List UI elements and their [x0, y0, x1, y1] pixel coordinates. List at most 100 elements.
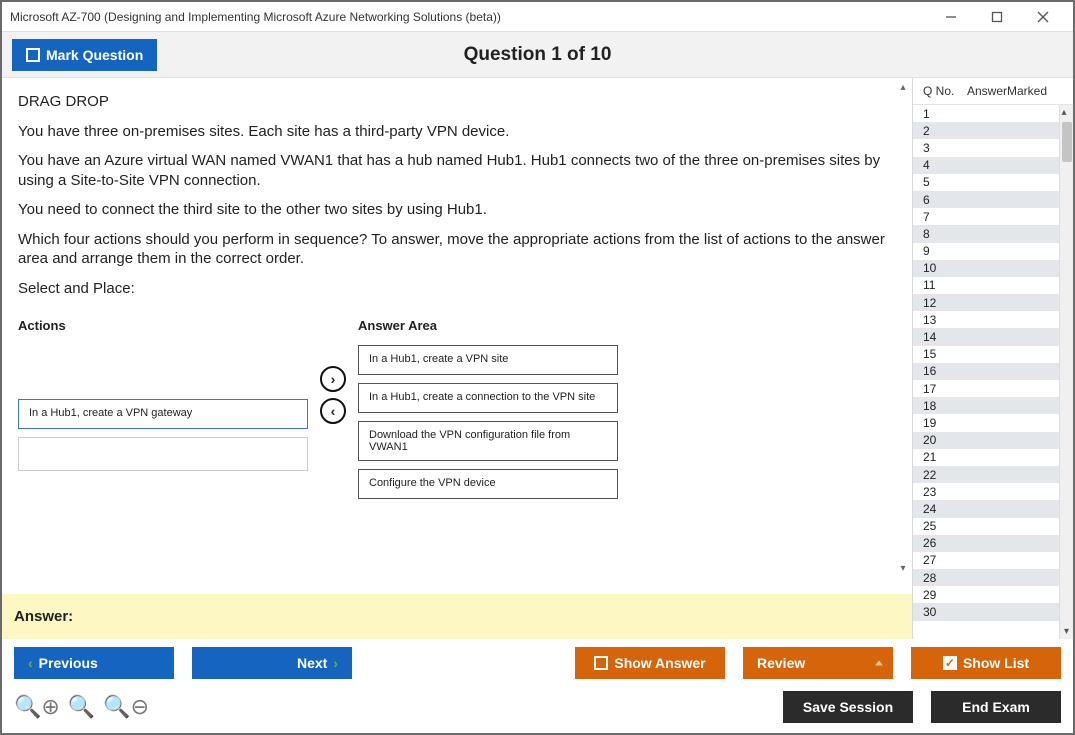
sidebar-row[interactable]: 9: [913, 243, 1059, 260]
zoom-out-icon[interactable]: 🔍⊖: [103, 696, 149, 718]
sidebar-row[interactable]: 13: [913, 311, 1059, 328]
sidebar-row[interactable]: 15: [913, 346, 1059, 363]
sidebar-row[interactable]: 19: [913, 414, 1059, 431]
question-counter: Question 1 of 10: [2, 44, 1073, 66]
sidebar-row-number: 28: [923, 571, 967, 585]
sidebar-row-number: 12: [923, 296, 967, 310]
sidebar-row[interactable]: 28: [913, 569, 1059, 586]
sidebar-row[interactable]: 16: [913, 363, 1059, 380]
chevron-right-icon: ›: [333, 655, 338, 671]
sidebar-row[interactable]: 12: [913, 294, 1059, 311]
sidebar-row-number: 20: [923, 433, 967, 447]
sidebar-row[interactable]: 2: [913, 122, 1059, 139]
window-controls: [933, 5, 1069, 29]
sidebar-row[interactable]: 25: [913, 518, 1059, 535]
previous-label: Previous: [39, 655, 98, 671]
close-icon[interactable]: [1025, 5, 1061, 29]
move-arrows: › ‹: [320, 318, 346, 424]
sidebar-row[interactable]: 24: [913, 500, 1059, 517]
zoom-in-icon[interactable]: 🔍: [68, 696, 95, 718]
show-answer-label: Show Answer: [614, 655, 705, 671]
sidebar-row[interactable]: 20: [913, 432, 1059, 449]
sidebar-row[interactable]: 14: [913, 328, 1059, 345]
question-list-sidebar: Q No. Answer Marked 12345678910111213141…: [912, 78, 1073, 639]
sidebar-row-number: 1: [923, 107, 967, 121]
question-paragraph: You need to connect the third site to th…: [18, 200, 896, 220]
sidebar-row[interactable]: 29: [913, 586, 1059, 603]
show-answer-button[interactable]: Show Answer: [575, 647, 725, 679]
sidebar-row-number: 16: [923, 364, 967, 378]
sidebar-row-number: 21: [923, 450, 967, 464]
answer-column: Answer Area In a Hub1, create a VPN site…: [358, 318, 618, 507]
sidebar-row-number: 18: [923, 399, 967, 413]
chevron-left-icon: ‹: [28, 655, 33, 671]
scroll-down-icon[interactable]: ▾: [896, 563, 910, 574]
scrollbar-thumb[interactable]: [1062, 122, 1072, 162]
sidebar-row-number: 23: [923, 485, 967, 499]
sidebar-row[interactable]: 8: [913, 225, 1059, 242]
sidebar-row-number: 2: [923, 124, 967, 138]
sidebar-row[interactable]: 27: [913, 552, 1059, 569]
sidebar-row-number: 7: [923, 210, 967, 224]
sidebar-row[interactable]: 17: [913, 380, 1059, 397]
save-session-button[interactable]: Save Session: [783, 691, 913, 723]
sidebar-header: Q No. Answer Marked: [913, 78, 1073, 104]
sidebar-row[interactable]: 30: [913, 603, 1059, 620]
content-column: ▴ ▾ DRAG DROP You have three on-premises…: [2, 78, 912, 639]
end-exam-button[interactable]: End Exam: [931, 691, 1061, 723]
zoom-reset-icon[interactable]: 🔍⊕: [14, 696, 60, 718]
col-header-answer: Answer: [967, 84, 1007, 98]
scroll-up-icon[interactable]: ▴: [1062, 105, 1072, 120]
sidebar-row-number: 8: [923, 227, 967, 241]
scroll-up-icon[interactable]: ▴: [896, 82, 910, 93]
sidebar-row[interactable]: 6: [913, 191, 1059, 208]
sidebar-row[interactable]: 22: [913, 466, 1059, 483]
sidebar-row-number: 4: [923, 158, 967, 172]
sidebar-body: 1234567891011121314151617181920212223242…: [913, 104, 1073, 639]
answer-item[interactable]: Download the VPN configuration file from…: [358, 421, 618, 461]
action-item[interactable]: In a Hub1, create a VPN gateway: [18, 399, 308, 429]
next-button[interactable]: Next ›: [192, 647, 352, 679]
previous-button[interactable]: ‹ Previous: [14, 647, 174, 679]
maximize-icon[interactable]: [979, 5, 1015, 29]
action-empty-slot[interactable]: [18, 437, 308, 471]
sidebar-row[interactable]: 23: [913, 483, 1059, 500]
answer-item[interactable]: Configure the VPN device: [358, 469, 618, 499]
mark-question-button[interactable]: Mark Question: [12, 39, 157, 71]
sidebar-row-number: 5: [923, 175, 967, 189]
question-paragraph: You have an Azure virtual WAN named VWAN…: [18, 151, 896, 190]
move-left-button[interactable]: ‹: [320, 398, 346, 424]
sidebar-row[interactable]: 1: [913, 105, 1059, 122]
sidebar-row[interactable]: 3: [913, 139, 1059, 156]
move-right-button[interactable]: ›: [320, 366, 346, 392]
sidebar-row-number: 15: [923, 347, 967, 361]
sidebar-row[interactable]: 21: [913, 449, 1059, 466]
save-session-label: Save Session: [803, 699, 893, 715]
sidebar-row-number: 22: [923, 468, 967, 482]
question-paragraph: Which four actions should you perform in…: [18, 230, 896, 269]
show-list-button[interactable]: ✓ Show List: [911, 647, 1061, 679]
checkbox-icon: [26, 48, 40, 62]
question-type-heading: DRAG DROP: [18, 92, 896, 112]
sidebar-row[interactable]: 26: [913, 535, 1059, 552]
sidebar-row[interactable]: 10: [913, 260, 1059, 277]
answer-item[interactable]: In a Hub1, create a connection to the VP…: [358, 383, 618, 413]
question-paragraph: Select and Place:: [18, 279, 896, 299]
sidebar-row-number: 19: [923, 416, 967, 430]
scroll-down-icon[interactable]: ▾: [1064, 624, 1069, 639]
sidebar-row-number: 10: [923, 261, 967, 275]
sidebar-row[interactable]: 18: [913, 397, 1059, 414]
review-button[interactable]: Review: [743, 647, 893, 679]
sidebar-row-number: 13: [923, 313, 967, 327]
sidebar-scrollbar[interactable]: ▴ ▾: [1059, 105, 1073, 639]
utility-bar: 🔍⊕ 🔍 🔍⊖ Save Session End Exam: [2, 687, 1073, 733]
answer-item[interactable]: In a Hub1, create a VPN site: [358, 345, 618, 375]
sidebar-row[interactable]: 7: [913, 208, 1059, 225]
mark-question-label: Mark Question: [46, 47, 143, 63]
content-scrollbar[interactable]: ▴ ▾: [896, 82, 910, 574]
sidebar-row[interactable]: 11: [913, 277, 1059, 294]
sidebar-row[interactable]: 4: [913, 157, 1059, 174]
minimize-icon[interactable]: [933, 5, 969, 29]
sidebar-row[interactable]: 5: [913, 174, 1059, 191]
next-label: Next: [297, 655, 327, 671]
